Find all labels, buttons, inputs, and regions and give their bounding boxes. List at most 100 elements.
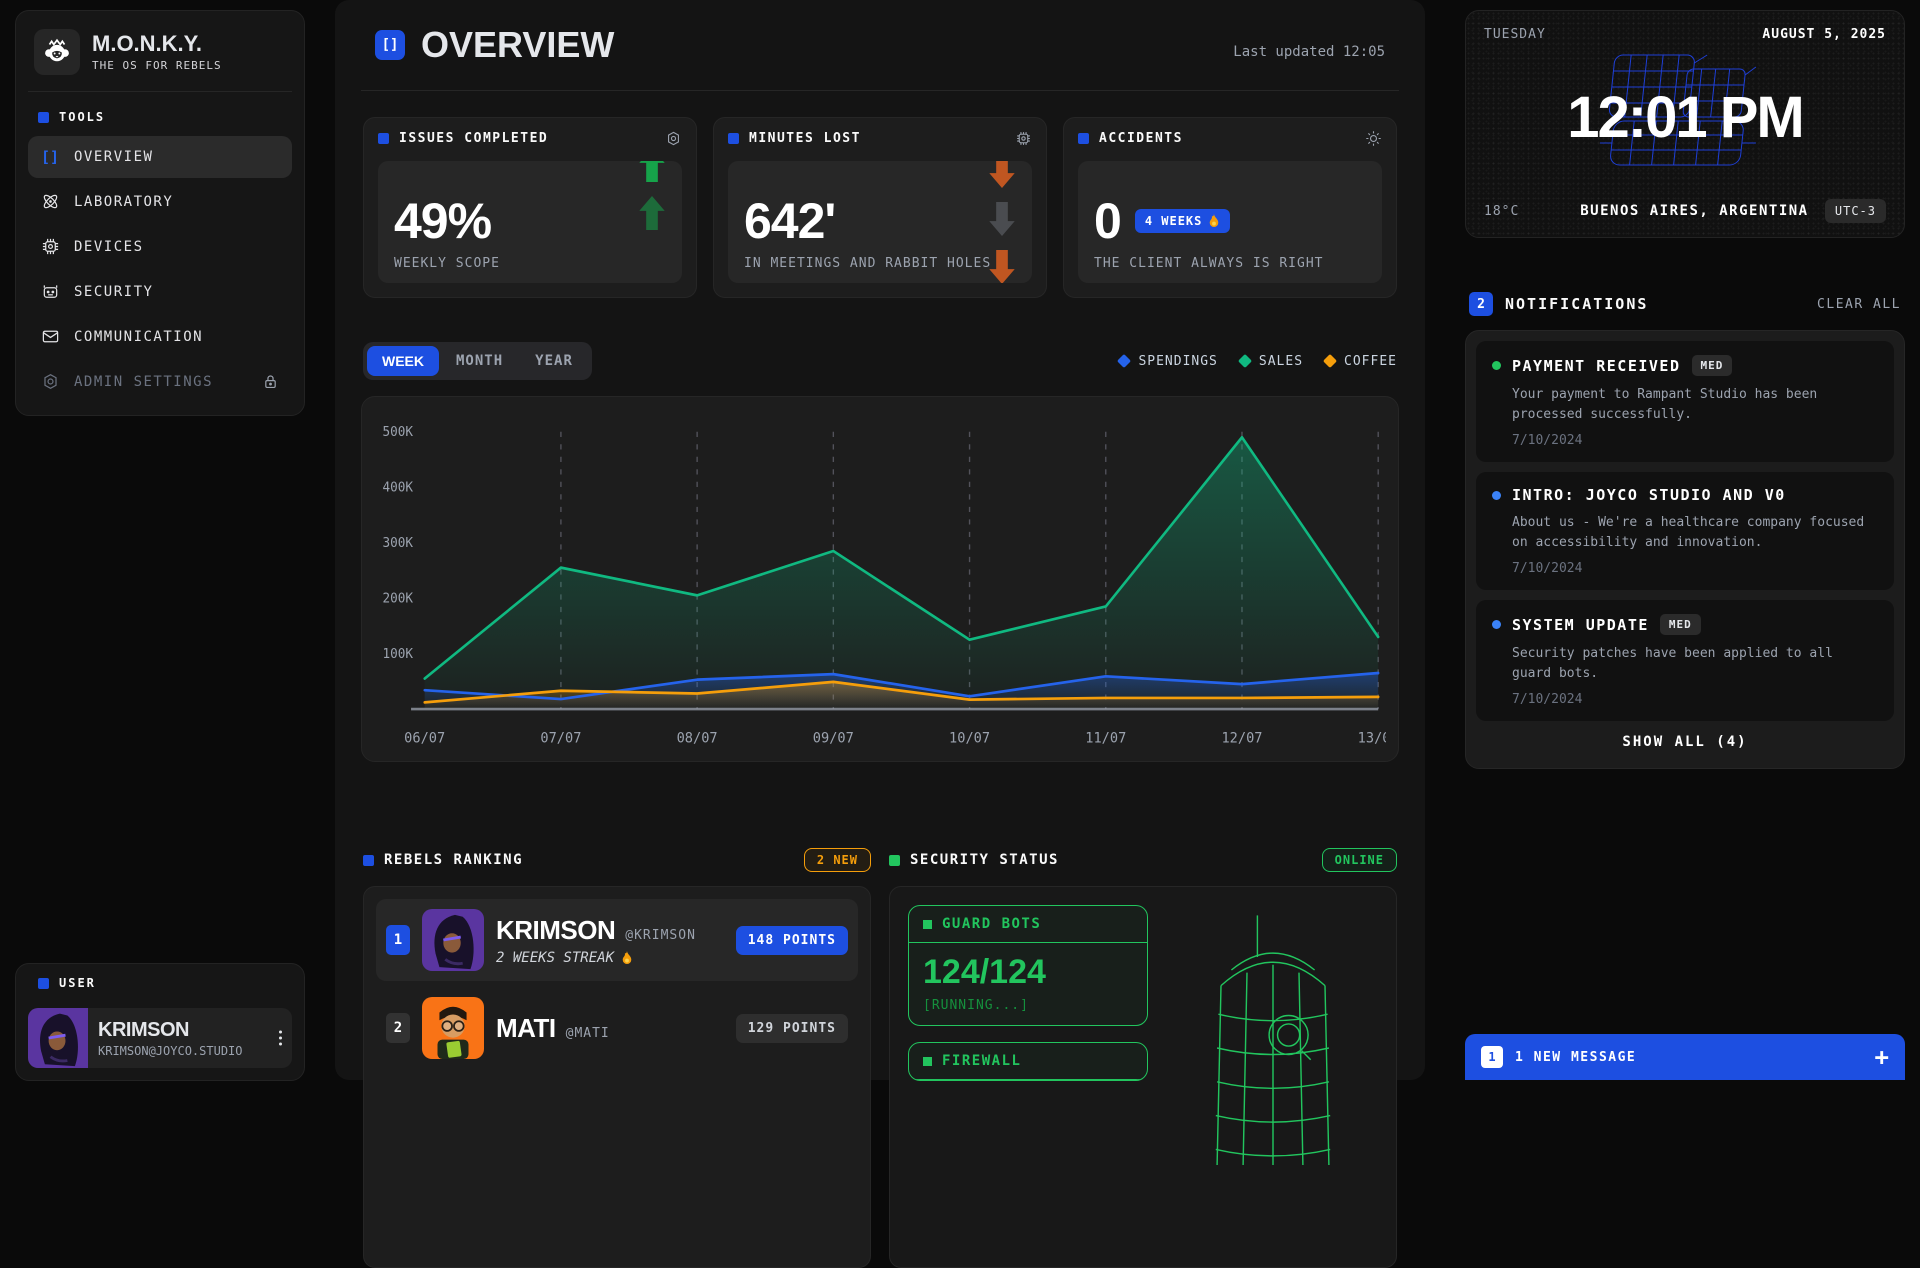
chart-canvas: 100K200K300K400K500K06/0707/0708/0709/07… xyxy=(374,413,1386,757)
clock-card: TUESDAY AUGUST 5, 2025 12:01 PM 18°C xyxy=(1465,10,1905,238)
section-marker-icon xyxy=(38,112,49,123)
sidebar-item-overview[interactable]: [] OVERVIEW xyxy=(28,136,292,178)
svg-text:12/07: 12/07 xyxy=(1221,730,1262,747)
notifications-count-badge: 2 xyxy=(1469,292,1493,316)
stat-card-issues-completed: ISSUES COMPLETED 49% WEEKLY SCOPE xyxy=(363,117,697,298)
sidebar: M.O.N.K.Y. THE OS FOR REBELS TOOLS [] OV… xyxy=(15,10,305,416)
diamond-icon xyxy=(1323,354,1337,368)
sidebar-item-communication[interactable]: COMMUNICATION xyxy=(28,315,292,358)
page-title: OVERVIEW xyxy=(421,24,614,66)
section-marker-icon xyxy=(378,133,389,144)
rebel-handle: @MATI xyxy=(566,1026,610,1041)
svg-text:100K: 100K xyxy=(382,646,413,661)
sidebar-item-security[interactable]: SECURITY xyxy=(28,270,292,313)
lock-icon xyxy=(260,373,280,390)
temperature: 18°C xyxy=(1484,204,1564,219)
stat-value: 642' xyxy=(744,196,1016,246)
last-updated: Last updated 12:05 xyxy=(1233,44,1385,66)
status-dot-icon xyxy=(1492,491,1501,500)
svg-text:08/07: 08/07 xyxy=(677,730,718,747)
notification-date: 7/10/2024 xyxy=(1512,692,1878,707)
tab-week[interactable]: WEEK xyxy=(367,346,439,376)
legend-coffee: COFFEE xyxy=(1325,354,1397,369)
sidebar-item-laboratory[interactable]: LABORATORY xyxy=(28,180,292,223)
user-menu-kebab-icon[interactable] xyxy=(279,1031,282,1046)
online-badge: ONLINE xyxy=(1322,848,1397,872)
user-section-label: USER xyxy=(28,974,292,1000)
svg-text:07/07: 07/07 xyxy=(540,730,581,747)
tools-section-label: TOOLS xyxy=(28,92,292,134)
svg-text:13/07: 13/07 xyxy=(1358,730,1386,747)
notification-title: SYSTEM UPDATE xyxy=(1512,616,1649,634)
show-all-button[interactable]: SHOW ALL (4) xyxy=(1476,721,1894,758)
points-badge: 148 POINTS xyxy=(736,926,848,955)
new-message-bar[interactable]: 1 1 NEW MESSAGE + xyxy=(1465,1034,1905,1080)
stat-card-accidents: ACCIDENTS 0 4 WEEKS xyxy=(1063,117,1397,298)
sidebar-item-label: DEVICES xyxy=(74,239,144,255)
sidebar-item-label: OVERVIEW xyxy=(74,149,153,165)
plus-icon[interactable]: + xyxy=(1875,1045,1889,1069)
diamond-icon xyxy=(1238,354,1252,368)
overview-header-icon: [] xyxy=(375,30,405,60)
notifications-panel: PAYMENT RECEIVED MED Your payment to Ram… xyxy=(1465,330,1905,769)
points-badge: 129 POINTS xyxy=(736,1014,848,1043)
panel-title: REBELS RANKING xyxy=(384,852,523,868)
watchtower-wireframe-icon xyxy=(1168,905,1378,1249)
status-dot-icon xyxy=(1492,620,1501,629)
sidebar-item-admin-settings[interactable]: ADMIN SETTINGS xyxy=(28,360,292,403)
stat-caption: THE CLIENT ALWAYS IS RIGHT xyxy=(1094,256,1366,271)
gear-icon xyxy=(40,372,60,391)
logo-row: M.O.N.K.Y. THE OS FOR REBELS xyxy=(28,25,292,92)
avatar xyxy=(422,909,484,971)
sun-gear-icon[interactable] xyxy=(1365,130,1382,147)
rank-badge: 1 xyxy=(386,925,410,955)
stat-value: 49% xyxy=(394,196,666,246)
notification-system-update[interactable]: SYSTEM UPDATE MED Security patches have … xyxy=(1476,600,1894,721)
app-subtitle: THE OS FOR REBELS xyxy=(92,59,222,72)
firewall-box: FIREWALL xyxy=(908,1042,1148,1081)
notification-date: 7/10/2024 xyxy=(1512,561,1878,576)
green-marker-icon xyxy=(923,1057,932,1066)
ranking-row-1[interactable]: 1 KRIMSON @KRIMSON xyxy=(376,899,858,981)
clear-all-button[interactable]: CLEAR ALL xyxy=(1817,297,1901,312)
tab-year[interactable]: YEAR xyxy=(520,346,588,376)
sidebar-item-label: ADMIN SETTINGS xyxy=(74,374,213,390)
gear-icon[interactable] xyxy=(665,130,682,147)
section-marker-icon xyxy=(1078,133,1089,144)
user-name: KRIMSON xyxy=(98,1019,282,1042)
new-count-badge: 2 NEW xyxy=(804,848,871,872)
notification-payment-received[interactable]: PAYMENT RECEIVED MED Your payment to Ram… xyxy=(1476,341,1894,462)
notification-body: About us - We're a healthcare company fo… xyxy=(1512,513,1878,552)
guard-bots-box: GUARD BOTS 124/124 [RUNNING...] xyxy=(908,905,1148,1026)
rebel-streak: 2 WEEKS STREAK xyxy=(496,950,724,966)
sidebar-item-devices[interactable]: DEVICES xyxy=(28,225,292,268)
svg-text:09/07: 09/07 xyxy=(813,730,854,747)
stat-title: MINUTES LOST xyxy=(749,131,861,146)
section-marker-icon xyxy=(889,855,900,866)
notification-intro[interactable]: INTRO: JOYCO STUDIO AND V0 About us - We… xyxy=(1476,472,1894,590)
stat-caption: WEEKLY SCOPE xyxy=(394,256,666,271)
message-count-badge: 1 xyxy=(1481,1046,1503,1068)
tab-month[interactable]: MONTH xyxy=(441,346,518,376)
svg-text:500K: 500K xyxy=(382,425,413,440)
message-label: 1 NEW MESSAGE xyxy=(1515,1050,1636,1065)
legend-sales: SALES xyxy=(1240,354,1303,369)
atom-icon xyxy=(40,192,60,211)
ranking-row-2[interactable]: 2 MATI xyxy=(376,987,858,1069)
flame-icon xyxy=(621,951,633,965)
user-card: USER KRIMSON KRIMSON@JOYCO.STUDIO xyxy=(15,963,305,1081)
monkey-logo-icon xyxy=(34,29,80,75)
notifications-title: NOTIFICATIONS xyxy=(1505,295,1648,313)
svg-text:10/07: 10/07 xyxy=(949,730,990,747)
rebel-name: KRIMSON xyxy=(496,915,615,946)
rebels-ranking-panel: REBELS RANKING 2 NEW 1 xyxy=(363,848,871,1268)
stat-card-minutes-lost: MINUTES LOST 642' IN MEETINGS AND RABBIT… xyxy=(713,117,1047,298)
chip-icon[interactable] xyxy=(1015,130,1032,147)
stat-title: ISSUES COMPLETED xyxy=(399,131,548,146)
overview-brackets-icon: [] xyxy=(40,148,60,166)
rank-badge: 2 xyxy=(386,1013,410,1043)
robot-icon xyxy=(40,282,60,301)
activity-chart: 100K200K300K400K500K06/0707/0708/0709/07… xyxy=(361,396,1399,762)
avatar xyxy=(422,997,484,1059)
section-marker-icon xyxy=(363,855,374,866)
